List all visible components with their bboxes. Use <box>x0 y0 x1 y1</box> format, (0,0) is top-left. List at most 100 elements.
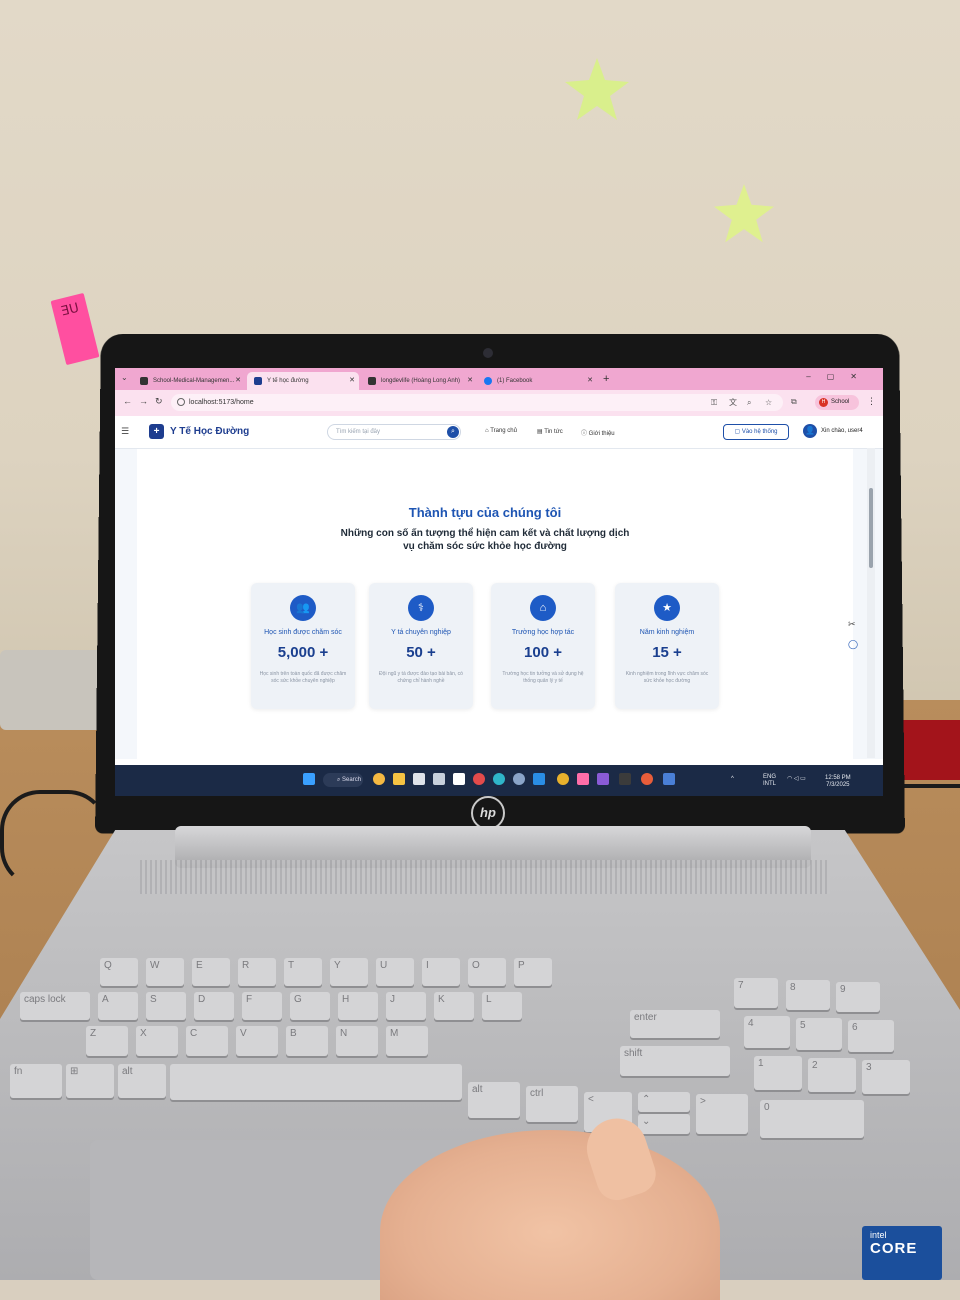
keyboard-key[interactable]: S <box>146 992 186 1020</box>
keyboard-key[interactable]: Y <box>330 958 368 986</box>
numpad-key[interactable]: 3 <box>862 1060 910 1094</box>
vscode-icon[interactable] <box>533 773 545 785</box>
app-icon[interactable] <box>413 773 425 785</box>
keyboard-key[interactable]: B <box>286 1026 328 1056</box>
keyboard-key[interactable]: W <box>146 958 184 986</box>
assistant-icon[interactable]: ◯ <box>848 639 858 650</box>
numpad-key[interactable]: 0 <box>760 1100 864 1138</box>
window-controls[interactable]: –▢✕ <box>806 372 873 381</box>
numpad-key[interactable]: 7 <box>734 978 778 1008</box>
document-icon[interactable] <box>453 773 465 785</box>
numpad-key[interactable]: 9 <box>836 982 880 1012</box>
scissors-icon[interactable]: ✂ <box>848 619 856 630</box>
language-indicator[interactable]: ENG INTL <box>763 774 776 788</box>
numpad-key[interactable]: 6 <box>848 1020 894 1052</box>
app-icon[interactable] <box>473 773 485 785</box>
numpad-key[interactable]: 4 <box>744 1016 790 1048</box>
caps-lock-key[interactable]: caps lock <box>20 992 90 1020</box>
arrow-down-key[interactable]: ⌄ <box>638 1114 690 1134</box>
keyboard-key[interactable]: O <box>468 958 506 986</box>
browser-tab[interactable]: longdevlife (Hoàng Long Anh) ✕ <box>361 372 477 390</box>
shift-key[interactable]: shift <box>620 1046 730 1076</box>
keyboard-key[interactable]: G <box>290 992 330 1020</box>
keyboard-key[interactable]: H <box>338 992 378 1020</box>
keyboard-key[interactable]: N <box>336 1026 378 1056</box>
spacebar[interactable] <box>170 1064 462 1100</box>
back-icon[interactable]: ← <box>123 396 132 406</box>
file-explorer-icon[interactable] <box>393 773 405 785</box>
enter-key[interactable]: enter <box>630 1010 720 1038</box>
app-icon[interactable] <box>433 773 445 785</box>
keyboard-key[interactable]: E <box>192 958 230 986</box>
app-icon[interactable] <box>641 773 653 785</box>
user-avatar-icon[interactable]: 👤 <box>803 424 817 438</box>
tab-search-icon[interactable]: ⌄ <box>121 373 128 382</box>
arrow-up-key[interactable]: ⌃ <box>638 1092 690 1112</box>
keyboard-key[interactable]: U <box>376 958 414 986</box>
fn-key[interactable]: fn <box>10 1064 62 1098</box>
alt-key[interactable]: alt <box>118 1064 166 1098</box>
keyboard-key[interactable]: J <box>386 992 426 1020</box>
edge-icon[interactable] <box>493 773 505 785</box>
zoom-icon[interactable]: ⌕ <box>747 394 751 411</box>
windows-start-icon[interactable] <box>303 773 315 785</box>
taskbar-search[interactable]: ⌕ Search <box>323 773 363 787</box>
close-icon[interactable]: ✕ <box>235 372 241 390</box>
scrollbar-thumb[interactable] <box>869 488 873 568</box>
user-greeting[interactable]: Xin chào, user4 <box>821 428 863 434</box>
terminal-icon[interactable] <box>619 773 631 785</box>
new-tab-button[interactable]: + <box>603 373 609 385</box>
browser-tab-active[interactable]: Y tế học đường ✕ <box>247 372 359 390</box>
keyboard-key[interactable]: C <box>186 1026 228 1056</box>
keyboard-key[interactable]: M <box>386 1026 428 1056</box>
address-bar[interactable]: localhost:5173/home ⚿ 文 ⌕ ☆ <box>171 394 783 411</box>
reload-icon[interactable]: ↻ <box>155 396 163 407</box>
keyboard-key[interactable]: D <box>194 992 234 1020</box>
visual-studio-icon[interactable] <box>597 773 609 785</box>
numpad-key[interactable]: 8 <box>786 980 830 1010</box>
site-info-icon[interactable] <box>177 398 185 406</box>
keyboard-key[interactable]: F <box>242 992 282 1020</box>
translate-icon[interactable]: 文 <box>729 394 737 411</box>
keyboard-key[interactable]: K <box>434 992 474 1020</box>
browser-menu-icon[interactable]: ⋮ <box>867 396 876 407</box>
keyboard-key[interactable]: T <box>284 958 322 986</box>
arrow-right-key[interactable]: > <box>696 1094 748 1134</box>
keyboard-key[interactable]: Z <box>86 1026 128 1056</box>
keyboard-key[interactable]: X <box>136 1026 178 1056</box>
search-icon[interactable]: ⌕ <box>447 426 459 438</box>
search-input[interactable]: Tìm kiếm tại đây ⌕ <box>327 424 461 440</box>
keyboard-key[interactable]: V <box>236 1026 278 1056</box>
keyboard-key[interactable]: R <box>238 958 276 986</box>
alt-key[interactable]: alt <box>468 1082 520 1118</box>
password-key-icon[interactable]: ⚿ <box>711 394 717 411</box>
numpad-key[interactable]: 2 <box>808 1058 856 1092</box>
ctrl-key[interactable]: ctrl <box>526 1086 578 1122</box>
keyboard-key[interactable]: A <box>98 992 138 1020</box>
extensions-icon[interactable]: ⧉ <box>791 397 797 407</box>
nav-about[interactable]: ⓘ Giới thiệu <box>581 428 615 437</box>
site-brand[interactable]: Y Tế Học Đường <box>170 426 249 437</box>
app-icon[interactable] <box>373 773 385 785</box>
profile-button[interactable]: H School <box>815 395 859 410</box>
browser-tab[interactable]: (1) Facebook ✕ <box>477 372 597 390</box>
clock[interactable]: 12:58 PM 7/3/2025 <box>825 775 851 789</box>
wifi-icon[interactable]: ◠ ◁ ▭ <box>787 776 806 783</box>
browser-tab[interactable]: School-Medical-Managemen... ✕ <box>133 372 245 390</box>
nav-news[interactable]: ▤ Tin tức <box>537 428 563 435</box>
chrome-icon[interactable] <box>557 773 569 785</box>
close-icon[interactable]: ✕ <box>467 372 473 390</box>
numpad-key[interactable]: 1 <box>754 1056 802 1090</box>
tray-chevron-icon[interactable]: ^ <box>731 776 734 783</box>
hamburger-menu-icon[interactable]: ☰ <box>121 426 129 437</box>
keyboard-key[interactable]: L <box>482 992 522 1020</box>
app-icon[interactable] <box>663 773 675 785</box>
forward-icon[interactable]: → <box>139 396 148 406</box>
nav-home[interactable]: ⌂ Trang chủ <box>485 428 517 434</box>
numpad-key[interactable]: 5 <box>796 1018 842 1050</box>
settings-gear-icon[interactable] <box>513 773 525 785</box>
windows-key-icon[interactable]: ⊞ <box>66 1064 114 1098</box>
bookmark-star-icon[interactable]: ☆ <box>765 394 772 411</box>
login-button[interactable]: ▢ Vào hệ thống <box>723 424 789 440</box>
keyboard-key[interactable]: Q <box>100 958 138 986</box>
